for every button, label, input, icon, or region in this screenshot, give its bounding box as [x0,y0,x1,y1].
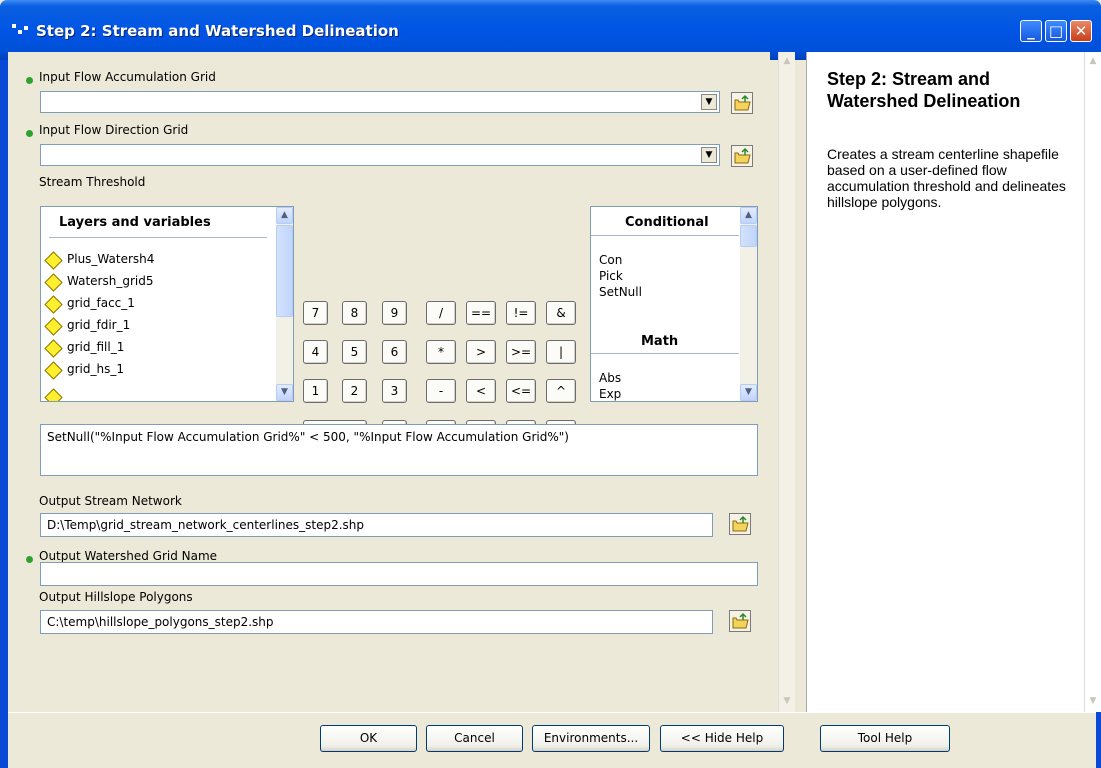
title-bar[interactable]: Step 2: Stream and Watershed Delineation… [0,0,1101,60]
output-hillslope-label: Output Hillslope Polygons [39,590,193,604]
window-frame-left [0,60,8,768]
hide-help-button[interactable]: << Hide Help [660,725,784,752]
tool-help-button[interactable]: Tool Help [820,725,950,752]
help-scrollbar[interactable]: ▲ ▼ [1084,52,1101,712]
required-indicator [26,77,33,84]
form-scrollbar[interactable]: ▲ ▼ [778,52,795,712]
browse-flow-accumulation-button[interactable] [731,92,753,114]
help-panel: Step 2: Stream and Watershed Delineation… [806,52,1084,712]
calc-button-minus[interactable]: - [426,379,456,403]
environments-button[interactable]: Environments... [532,725,650,752]
calc-button-xor[interactable]: ^ [546,379,576,403]
calc-button-divide[interactable]: / [426,301,456,325]
calc-button-6[interactable]: 6 [382,340,407,364]
calc-button-or[interactable]: | [546,340,576,364]
parameter-form: Input Flow Accumulation Grid ▼ Input Flo… [8,52,770,712]
scroll-down-icon[interactable]: ▼ [276,384,293,401]
output-watershed-input[interactable] [40,562,758,586]
browse-flow-direction-button[interactable] [731,145,753,167]
scroll-up-icon[interactable]: ▲ [740,207,757,224]
required-indicator [26,130,33,137]
output-stream-label: Output Stream Network [39,494,182,508]
functions-list[interactable]: Conditional Con Pick SetNull Math Abs Ex… [590,206,758,402]
calc-button-multiply[interactable]: * [426,340,456,364]
ok-button[interactable]: OK [320,725,417,752]
divider [49,237,267,238]
scroll-down-icon[interactable]: ▼ [1086,694,1100,709]
input-flow-direction-label: Input Flow Direction Grid [39,123,189,137]
conditional-header: Conditional [625,215,709,230]
raster-layer-icon [44,295,63,314]
calc-button-5[interactable]: 5 [342,340,367,364]
stream-threshold-label: Stream Threshold [39,175,146,189]
calc-button-3[interactable]: 3 [382,379,407,403]
scroll-up-icon[interactable]: ▲ [780,54,794,69]
scroll-thumb[interactable] [740,225,757,247]
chevron-down-icon[interactable]: ▼ [701,147,717,163]
raster-layer-icon [44,251,63,270]
help-title: Step 2: Stream and Watershed Delineation [827,69,1021,111]
calc-button-greater[interactable]: > [466,340,496,364]
input-flow-accumulation-label: Input Flow Accumulation Grid [39,70,216,84]
open-folder-icon [734,147,751,164]
open-folder-icon [732,515,749,532]
function-item[interactable]: Pick [599,269,623,283]
calc-button-1[interactable]: 1 [303,379,328,403]
scroll-down-icon[interactable]: ▼ [780,694,794,709]
browse-output-hillslope-button[interactable] [729,610,751,632]
open-folder-icon [734,94,751,111]
function-item[interactable]: Exp [599,387,621,401]
function-item[interactable]: SetNull [599,285,642,299]
minimize-icon: _ [1027,22,1035,40]
expression-textarea[interactable]: SetNull("%Input Flow Accumulation Grid%"… [40,424,758,476]
raster-layer-icon [44,388,63,401]
cancel-button[interactable]: Cancel [426,725,523,752]
calc-button-9[interactable]: 9 [382,301,407,325]
maximize-icon: □ [1048,22,1064,40]
calc-button-less-equal[interactable]: <= [506,379,536,403]
calc-button-2[interactable]: 2 [342,379,367,403]
close-icon: ✕ [1074,22,1088,40]
scroll-up-icon[interactable]: ▲ [1086,54,1100,69]
input-flow-accumulation-combo[interactable]: ▼ [40,91,720,113]
open-folder-icon [732,612,749,629]
scroll-up-icon[interactable]: ▲ [276,207,293,224]
calc-button-not-equal[interactable]: != [506,301,536,325]
close-button[interactable]: ✕ [1070,20,1092,42]
function-item[interactable]: Abs [599,371,621,385]
math-header: Math [641,334,679,349]
layers-and-variables-list[interactable]: Layers and variables Plus_Watersh4 Water… [40,206,294,402]
help-body: Creates a stream centerline shapefile ba… [827,146,1066,210]
functions-scrollbar[interactable]: ▲ ▼ [740,207,757,401]
layers-list-header: Layers and variables [59,215,211,230]
output-stream-input[interactable]: D:\Temp\grid_stream_network_centerlines_… [40,513,713,537]
layers-scrollbar[interactable]: ▲ ▼ [276,207,293,401]
raster-layer-icon [44,317,63,336]
scroll-thumb[interactable] [276,225,293,317]
app-icon [12,22,30,38]
raster-layer-icon [44,339,63,358]
calc-button-7[interactable]: 7 [303,301,328,325]
browse-output-stream-button[interactable] [729,513,751,535]
calc-button-greater-equal[interactable]: >= [506,340,536,364]
window-title: Step 2: Stream and Watershed Delineation [36,22,399,40]
calc-button-less[interactable]: < [466,379,496,403]
divider [591,235,739,236]
divider [591,353,739,354]
output-watershed-label: Output Watershed Grid Name [39,549,218,563]
scroll-down-icon[interactable]: ▼ [740,384,757,401]
raster-layer-icon [44,361,63,380]
calc-button-and[interactable]: & [546,301,576,325]
calc-button-8[interactable]: 8 [342,301,367,325]
input-flow-direction-combo[interactable]: ▼ [40,144,720,166]
raster-layer-icon [44,273,63,292]
calc-button-equal[interactable]: == [466,301,496,325]
required-indicator [26,556,33,563]
maximize-button[interactable]: □ [1045,20,1067,42]
output-hillslope-input[interactable]: C:\temp\hillslope_polygons_step2.shp [40,610,713,634]
chevron-down-icon[interactable]: ▼ [701,94,717,110]
calc-button-4[interactable]: 4 [303,340,328,364]
minimize-button[interactable]: _ [1020,20,1042,42]
function-item[interactable]: Con [599,253,622,267]
